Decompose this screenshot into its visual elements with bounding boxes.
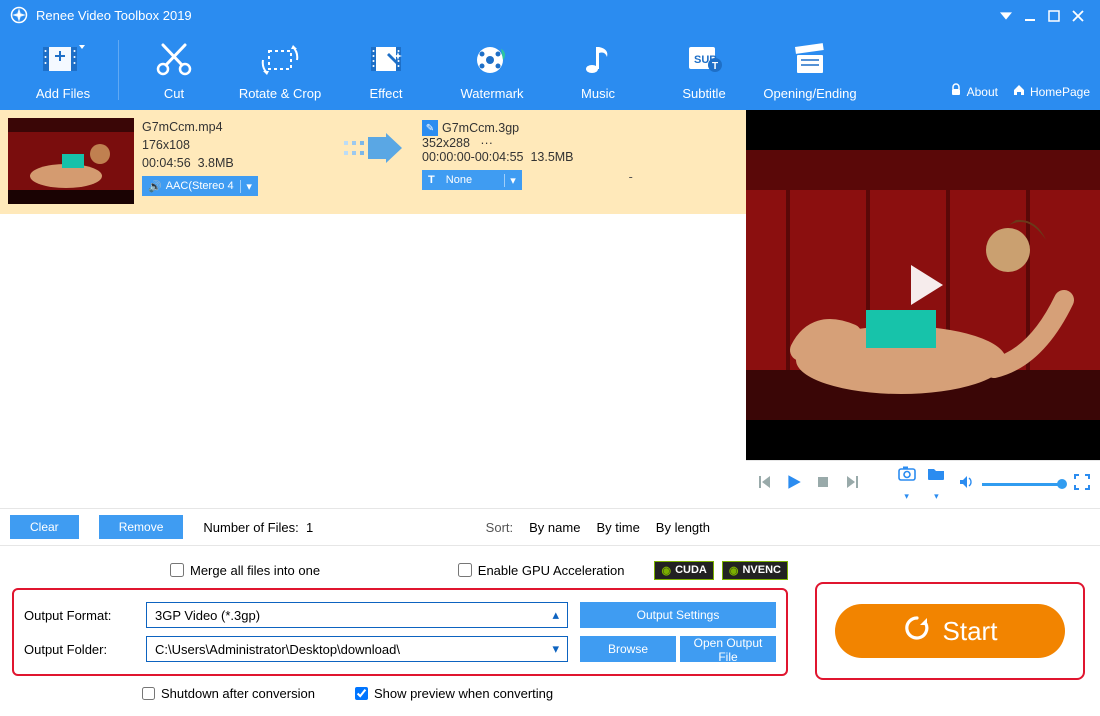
source-size: 3.8MB <box>198 156 234 170</box>
cut-button[interactable]: Cut <box>121 30 227 110</box>
app-title: Renee Video Toolbox 2019 <box>36 8 192 23</box>
destination-info: ✎ G7mCcm.3gp 352x288 ··· 00:00:00-00:04:… <box>414 118 738 192</box>
clear-button[interactable]: Clear <box>10 515 79 539</box>
titlebar: Renee Video Toolbox 2019 <box>0 0 1100 30</box>
output-folder-combo[interactable]: C:\Users\Administrator\Desktop\download\… <box>146 636 568 662</box>
next-button[interactable] <box>843 474 863 495</box>
prev-button[interactable] <box>754 474 774 495</box>
source-resolution: 176x108 <box>142 138 326 152</box>
shutdown-checkbox[interactable]: Shutdown after conversion <box>142 686 315 701</box>
effect-icon <box>367 40 405 80</box>
convert-arrow-icon <box>344 133 404 163</box>
watermark-button[interactable]: Watermark <box>439 30 545 110</box>
destination-filename: G7mCcm.3gp <box>442 121 519 135</box>
destination-resolution: 352x288 <box>422 136 470 150</box>
output-format-combo[interactable]: 3GP Video (*.3gp) ▴ <box>146 602 568 628</box>
minimize-button[interactable] <box>1018 7 1042 23</box>
output-folder-label: Output Folder: <box>24 642 134 657</box>
edit-icon[interactable]: ✎ <box>422 120 438 136</box>
subtitle-dropdown-icon[interactable]: ▾ <box>504 174 522 187</box>
file-row[interactable]: G7mCcm.mp4 176x108 00:04:56 3.8MB 🔊AAC(S… <box>0 110 746 214</box>
source-info: G7mCcm.mp4 176x108 00:04:56 3.8MB 🔊AAC(S… <box>134 118 334 198</box>
play-button[interactable] <box>784 473 804 496</box>
sort-by-name[interactable]: By name <box>529 520 580 535</box>
open-folder-button[interactable]: ▾ <box>926 465 946 504</box>
app-logo-icon <box>10 6 28 24</box>
start-button[interactable]: Start <box>835 604 1065 658</box>
home-icon <box>1012 83 1026 100</box>
rotate-crop-button[interactable]: Rotate & Crop <box>227 30 333 110</box>
output-settings-highlight: Output Format: 3GP Video (*.3gp) ▴ Outpu… <box>12 588 788 676</box>
play-overlay-icon[interactable] <box>893 255 953 315</box>
progress-placeholder: - <box>532 170 731 190</box>
merge-checkbox[interactable]: Merge all files into one <box>170 563 320 578</box>
chevron-up-icon: ▴ <box>552 607 559 623</box>
add-files-button[interactable]: Add Files <box>10 30 116 110</box>
watermark-icon <box>473 40 511 80</box>
open-output-file-button[interactable]: Open Output File <box>680 636 776 662</box>
preview-video[interactable] <box>746 110 1100 460</box>
subtitle-track-selector[interactable]: T None ▾ <box>422 170 522 190</box>
opening-ending-button[interactable]: Opening/Ending <box>757 30 863 110</box>
about-link[interactable]: About <box>949 83 998 100</box>
gpu-checkbox[interactable]: Enable GPU Acceleration <box>458 563 625 578</box>
output-format-label: Output Format: <box>24 608 134 623</box>
music-note-icon <box>581 40 615 80</box>
fullscreen-button[interactable] <box>1072 474 1092 495</box>
slate-icon <box>791 40 829 80</box>
destination-size: 13.5MB <box>530 150 573 164</box>
audio-track-selector[interactable]: 🔊AAC(Stereo 4 ▾ <box>142 176 258 196</box>
more-dots[interactable]: ··· <box>480 136 493 150</box>
scissors-icon <box>155 40 193 80</box>
show-preview-checkbox[interactable]: Show preview when converting <box>355 686 553 701</box>
source-filename: G7mCcm.mp4 <box>142 120 326 134</box>
maximize-button[interactable] <box>1042 7 1066 23</box>
cuda-badge: ◉CUDA <box>654 561 713 580</box>
audio-dropdown-icon[interactable]: ▾ <box>240 180 258 193</box>
sort-label: Sort: <box>486 520 513 535</box>
remove-button[interactable]: Remove <box>99 515 184 539</box>
list-actions-bar: Clear Remove Number of Files: 1 Sort: By… <box>0 508 1100 546</box>
snapshot-button[interactable]: ▾ <box>897 465 917 504</box>
stop-button[interactable] <box>813 475 833 494</box>
destination-range: 00:00:00-00:04:55 <box>422 150 523 164</box>
music-button[interactable]: Music <box>545 30 651 110</box>
sort-by-length[interactable]: By length <box>656 520 710 535</box>
nvenc-badge: ◉NVENC <box>722 561 788 580</box>
file-list: G7mCcm.mp4 176x108 00:04:56 3.8MB 🔊AAC(S… <box>0 110 746 508</box>
browse-button[interactable]: Browse <box>580 636 676 662</box>
sort-by-time[interactable]: By time <box>596 520 639 535</box>
video-thumbnail <box>8 118 134 204</box>
rotate-crop-icon <box>261 40 299 80</box>
homepage-link[interactable]: HomePage <box>1012 83 1090 100</box>
speaker-icon: 🔊 <box>148 180 162 193</box>
chevron-down-icon: ▾ <box>552 641 559 657</box>
refresh-icon <box>903 614 931 649</box>
text-icon: T <box>428 174 435 186</box>
main-toolbar: Add Files Cut Rotate & Crop Effect Water… <box>0 30 1100 110</box>
source-duration: 00:04:56 <box>142 156 191 170</box>
volume-slider[interactable] <box>982 483 1062 486</box>
subtitle-button[interactable]: SUBT Subtitle <box>651 30 757 110</box>
output-settings-button[interactable]: Output Settings <box>580 602 776 628</box>
dropdown-menu-icon[interactable] <box>994 7 1018 23</box>
close-button[interactable] <box>1066 7 1090 23</box>
player-controls: ▾ ▾ <box>746 460 1100 508</box>
subtitle-icon: SUBT <box>685 40 723 80</box>
file-count-label: Number of Files: 1 <box>203 520 313 535</box>
effect-button[interactable]: Effect <box>333 30 439 110</box>
preview-panel: ▾ ▾ <box>746 110 1100 508</box>
lock-icon <box>949 83 963 100</box>
volume-icon[interactable] <box>956 474 976 495</box>
start-button-highlight: Start <box>815 582 1085 680</box>
svg-text:T: T <box>712 61 718 72</box>
add-files-icon <box>41 40 85 80</box>
